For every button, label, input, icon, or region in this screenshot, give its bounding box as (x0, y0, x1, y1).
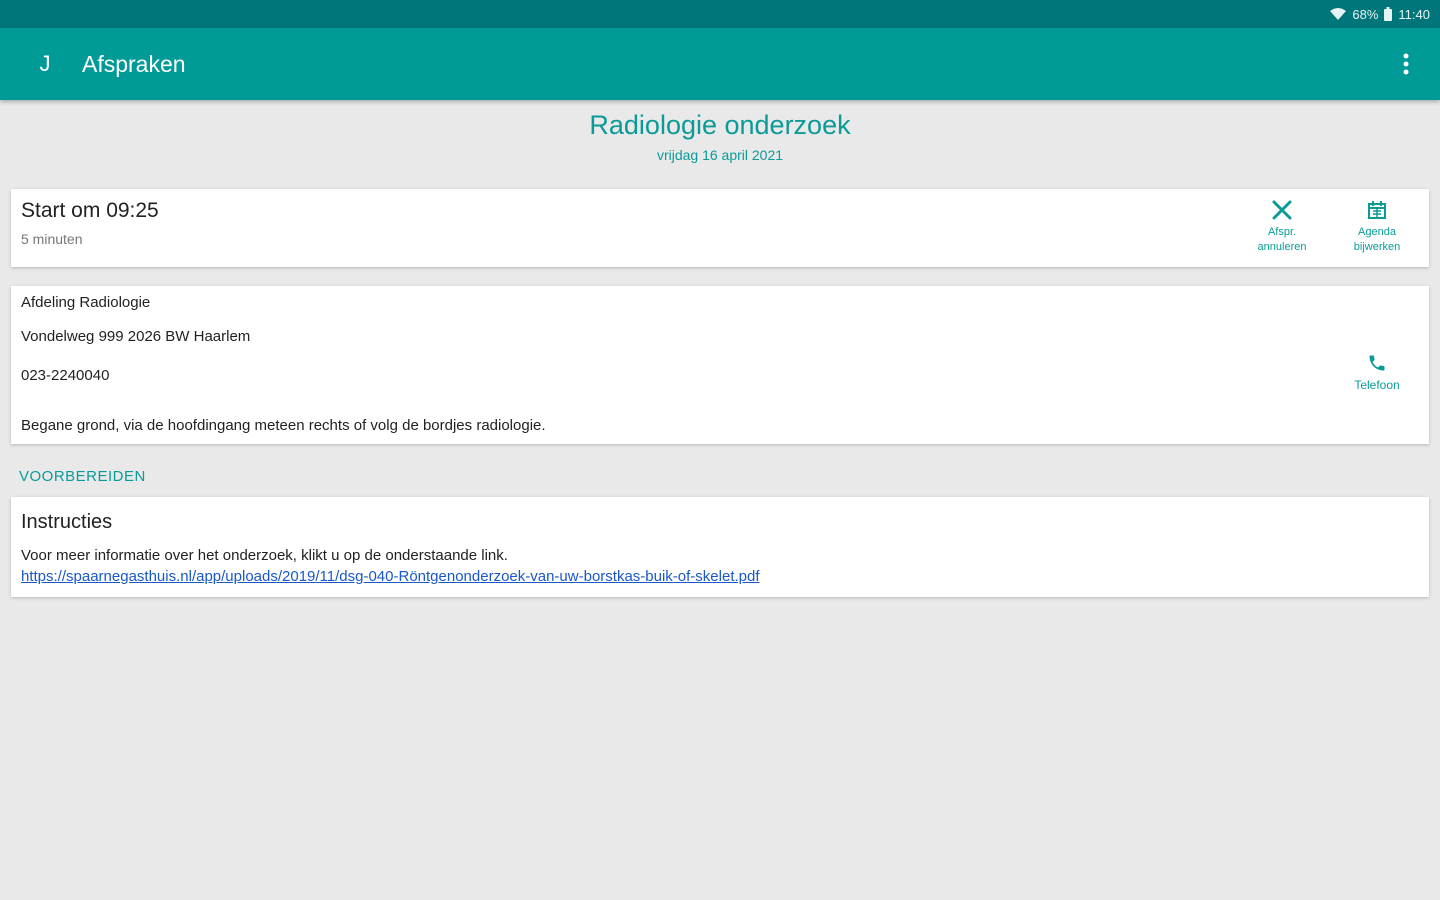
cancel-label-line2: annuleren (1257, 241, 1307, 253)
call-button[interactable]: Telefoon (1341, 350, 1413, 393)
location-card: Afdeling Radiologie Vondelweg 999 2026 B… (11, 286, 1429, 444)
app-bar: J Afspraken (0, 28, 1440, 100)
phone-label: Telefoon (1354, 378, 1400, 392)
instructions-title: Instructies (21, 511, 113, 533)
calendar-icon (1367, 197, 1387, 223)
phone-number: 023-2240040 (21, 367, 110, 384)
section-label-prepare: VOORBEREIDEN (19, 468, 146, 485)
appointment-heading: Radiologie onderzoek vrijdag 16 april 20… (0, 110, 1440, 163)
agenda-label-line2: bijwerken (1353, 241, 1401, 253)
directions: Begane grond, via de hoofdingang meteen … (21, 417, 546, 434)
wifi-icon (1330, 8, 1347, 20)
time-card: Start om 09:25 5 minuten Afspr. annulere… (11, 189, 1429, 267)
update-calendar-button[interactable]: Agenda bijwerken (1336, 197, 1418, 255)
instructions-text: Voor meer informatie over het onderzoek,… (21, 547, 508, 564)
instructions-link[interactable]: https://spaarnegasthuis.nl/app/uploads/2… (21, 568, 760, 585)
duration: 5 minuten (21, 231, 83, 247)
cancel-appointment-button[interactable]: Afspr. annuleren (1241, 197, 1323, 255)
status-bar: 68% 11:40 (0, 0, 1440, 28)
address: Vondelweg 999 2026 BW Haarlem (21, 328, 251, 345)
close-icon (1272, 197, 1292, 223)
start-time: Start om 09:25 (21, 199, 159, 222)
nav-button[interactable]: J (30, 51, 60, 77)
appointment-title: Radiologie onderzoek (589, 110, 851, 140)
agenda-label-line1: Agenda (1358, 226, 1396, 238)
more-vert-icon[interactable] (1392, 50, 1420, 78)
battery-icon (1384, 7, 1393, 21)
battery-percentage: 68% (1352, 6, 1379, 22)
appointment-date: vrijdag 16 april 2021 (656, 147, 784, 163)
instructions-card: Instructies Voor meer informatie over he… (11, 497, 1429, 597)
cancel-label-line1: Afspr. (1267, 226, 1297, 238)
app-title: Afspraken (82, 50, 186, 77)
department: Afdeling Radiologie (21, 294, 151, 311)
phone-icon (1367, 350, 1387, 376)
clock: 11:40 (1398, 6, 1430, 22)
